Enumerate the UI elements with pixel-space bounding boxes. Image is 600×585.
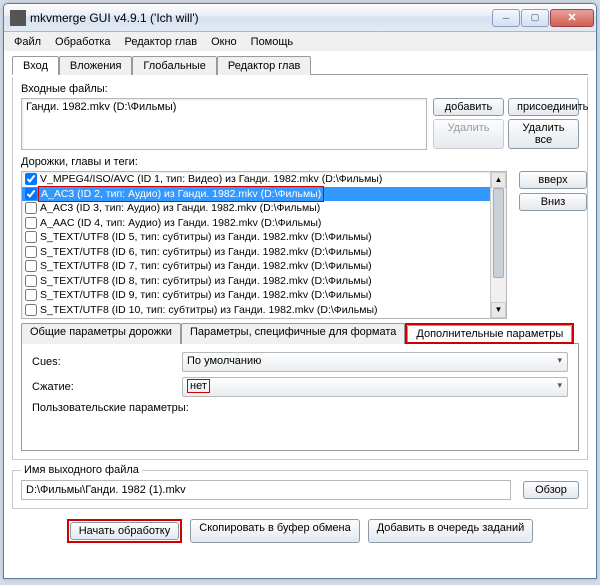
- track-subtabs: Общие параметры дорожки Параметры, специ…: [21, 323, 579, 344]
- close-button[interactable]: ✕: [550, 9, 594, 27]
- maximize-button[interactable]: ▢: [521, 9, 549, 27]
- browse-button[interactable]: Обзор: [523, 481, 579, 499]
- input-files-label: Входные файлы:: [21, 83, 579, 95]
- track-label: S_TEXT/UTF8 (ID 9, тип: субтитры) из Ган…: [40, 288, 372, 303]
- app-icon: [10, 10, 26, 26]
- menu-file[interactable]: Файл: [8, 34, 47, 50]
- compression-label: Сжатие:: [32, 381, 182, 393]
- track-checkbox[interactable]: [25, 275, 37, 287]
- track-label: V_MPEG4/ISO/AVC (ID 1, тип: Видео) из Га…: [40, 172, 382, 187]
- track-label: S_TEXT/UTF8 (ID 6, тип: субтитры) из Ган…: [40, 245, 372, 260]
- scroll-up-icon[interactable]: ▲: [491, 172, 506, 188]
- copy-clipboard-button[interactable]: Скопировать в буфер обмена: [190, 519, 359, 543]
- track-checkbox[interactable]: [25, 246, 37, 258]
- track-item[interactable]: A_AC3 (ID 2, тип: Аудио) из Ганди. 1982.…: [22, 187, 490, 202]
- track-checkbox[interactable]: [25, 202, 37, 214]
- track-label: S_TEXT/UTF8 (ID 10, тип: субтитры) из Га…: [40, 303, 378, 318]
- track-checkbox[interactable]: [25, 173, 37, 185]
- main-tabs: Вход Вложения Глобальные Редактор глав: [12, 55, 588, 75]
- track-label: A_AAC (ID 4, тип: Аудио) из Ганди. 1982.…: [40, 216, 321, 231]
- track-checkbox[interactable]: [25, 260, 37, 272]
- move-down-button[interactable]: Вниз: [519, 193, 587, 211]
- minimize-button[interactable]: ─: [492, 9, 520, 27]
- extra-params-panel: Cues: По умолчанию Сжатие: нет Пользоват…: [21, 343, 579, 451]
- add-to-queue-button[interactable]: Добавить в очередь заданий: [368, 519, 534, 543]
- menu-help[interactable]: Помощь: [245, 34, 300, 50]
- compression-dropdown[interactable]: нет: [182, 377, 568, 397]
- output-label: Имя выходного файла: [21, 464, 142, 476]
- track-label: A_AC3 (ID 2, тип: Аудио) из Ганди. 1982.…: [38, 186, 324, 203]
- subtab-extra[interactable]: Дополнительные параметры: [407, 325, 572, 342]
- tab-input[interactable]: Вход: [12, 56, 59, 75]
- tracks-label: Дорожки, главы и теги:: [21, 156, 579, 168]
- track-label: S_TEXT/UTF8 (ID 8, тип: субтитры) из Ган…: [40, 274, 372, 289]
- scroll-thumb[interactable]: [493, 188, 504, 278]
- track-item[interactable]: S_TEXT/UTF8 (ID 9, тип: субтитры) из Ган…: [22, 288, 490, 303]
- move-up-button[interactable]: вверх: [519, 171, 587, 189]
- tracks-list[interactable]: V_MPEG4/ISO/AVC (ID 1, тип: Видео) из Га…: [21, 171, 507, 319]
- track-checkbox[interactable]: [25, 304, 37, 316]
- user-params-label: Пользовательские параметры:: [32, 402, 189, 414]
- output-path-input[interactable]: [21, 480, 511, 500]
- append-button[interactable]: присоединить: [508, 98, 579, 116]
- titlebar: mkvmerge GUI v4.9.1 ('Ich will') ─ ▢ ✕: [4, 4, 596, 32]
- track-item[interactable]: S_TEXT/UTF8 (ID 6, тип: субтитры) из Ган…: [22, 245, 490, 260]
- subtab-general[interactable]: Общие параметры дорожки: [21, 323, 181, 344]
- track-label: S_TEXT/UTF8 (ID 7, тип: субтитры) из Ган…: [40, 259, 372, 274]
- track-label: S_TEXT/UTF8 (ID 5, тип: субтитры) из Ган…: [40, 230, 372, 245]
- scroll-down-icon[interactable]: ▼: [491, 302, 506, 318]
- tracks-scrollbar[interactable]: ▲ ▼: [490, 172, 506, 318]
- track-checkbox[interactable]: [25, 231, 37, 243]
- track-item[interactable]: S_TEXT/UTF8 (ID 11, тип: субтитры) из Га…: [22, 317, 490, 319]
- menubar: Файл Обработка Редактор глав Окно Помощь: [4, 32, 596, 51]
- input-files-list[interactable]: Ганди. 1982.mkv (D:\Фильмы): [21, 98, 427, 150]
- start-button[interactable]: Начать обработку: [70, 522, 180, 540]
- add-button[interactable]: добавить: [433, 98, 504, 116]
- track-item[interactable]: A_AAC (ID 4, тип: Аудио) из Ганди. 1982.…: [22, 216, 490, 231]
- track-label: S_TEXT/UTF8 (ID 11, тип: субтитры) из Га…: [40, 317, 377, 319]
- bottom-buttons: Начать обработку Скопировать в буфер обм…: [12, 513, 588, 545]
- menu-processing[interactable]: Обработка: [49, 34, 116, 50]
- window-controls: ─ ▢ ✕: [492, 9, 594, 27]
- tab-attachments[interactable]: Вложения: [59, 56, 133, 75]
- track-checkbox[interactable]: [25, 188, 37, 200]
- track-item[interactable]: S_TEXT/UTF8 (ID 10, тип: субтитры) из Га…: [22, 303, 490, 318]
- tab-chapter-editor[interactable]: Редактор глав: [217, 56, 312, 75]
- window-title: mkvmerge GUI v4.9.1 ('Ich will'): [30, 11, 492, 25]
- input-tab-panel: Входные файлы: Ганди. 1982.mkv (D:\Фильм…: [12, 77, 588, 460]
- track-item[interactable]: S_TEXT/UTF8 (ID 7, тип: субтитры) из Ган…: [22, 259, 490, 274]
- menu-window[interactable]: Окно: [205, 34, 243, 50]
- track-item[interactable]: S_TEXT/UTF8 (ID 8, тип: субтитры) из Ган…: [22, 274, 490, 289]
- track-item[interactable]: V_MPEG4/ISO/AVC (ID 1, тип: Видео) из Га…: [22, 172, 490, 187]
- client-area: Вход Вложения Глобальные Редактор глав В…: [4, 51, 596, 551]
- tab-global[interactable]: Глобальные: [132, 56, 216, 75]
- track-label: A_AC3 (ID 3, тип: Аудио) из Ганди. 1982.…: [40, 201, 320, 216]
- track-item[interactable]: S_TEXT/UTF8 (ID 5, тип: субтитры) из Ган…: [22, 230, 490, 245]
- menu-chapter-editor[interactable]: Редактор глав: [119, 34, 204, 50]
- cues-dropdown[interactable]: По умолчанию: [182, 352, 568, 372]
- track-checkbox[interactable]: [25, 289, 37, 301]
- output-group: Имя выходного файла Обзор: [12, 464, 588, 509]
- app-window: mkvmerge GUI v4.9.1 ('Ich will') ─ ▢ ✕ Ф…: [3, 3, 597, 579]
- remove-all-button[interactable]: Удалить все: [508, 119, 579, 149]
- track-checkbox[interactable]: [25, 217, 37, 229]
- track-checkbox[interactable]: [25, 318, 37, 319]
- remove-button[interactable]: Удалить: [433, 119, 504, 149]
- cues-label: Cues:: [32, 356, 182, 368]
- subtab-format[interactable]: Параметры, специфичные для формата: [181, 323, 405, 344]
- track-item[interactable]: A_AC3 (ID 3, тип: Аудио) из Ганди. 1982.…: [22, 201, 490, 216]
